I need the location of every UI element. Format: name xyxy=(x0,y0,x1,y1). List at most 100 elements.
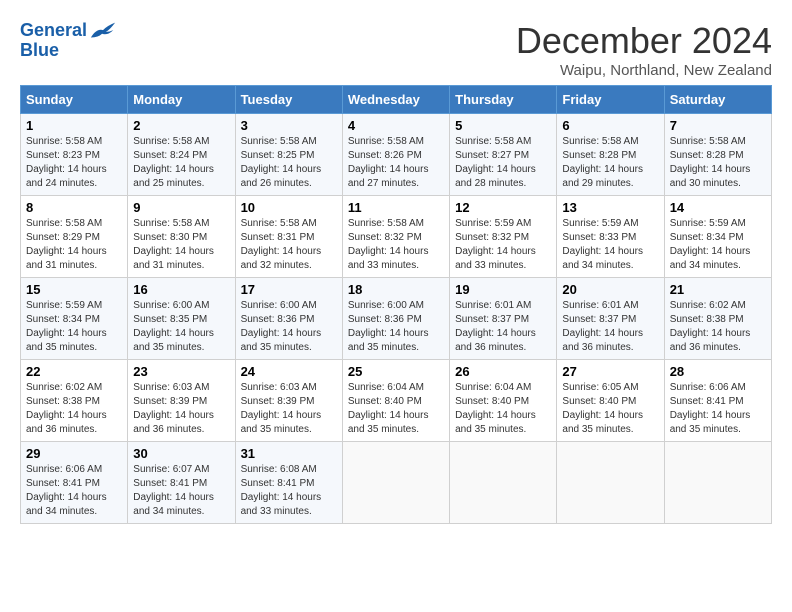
day-info: Sunrise: 5:58 AM Sunset: 8:32 PM Dayligh… xyxy=(348,217,444,273)
calendar-week-row: 15 Sunrise: 5:59 AM Sunset: 8:34 PM Dayli… xyxy=(21,278,772,360)
calendar-day-cell: 24Sunrise: 6:03 AM Sunset: 8:39 PM Dayli… xyxy=(235,360,342,442)
calendar-day-header: Sunday xyxy=(21,86,128,114)
day-number: 18 xyxy=(348,282,444,297)
logo-blue-text: Blue xyxy=(20,40,117,61)
logo-bird-icon xyxy=(89,20,117,42)
day-info: Sunrise: 5:58 AM Sunset: 8:31 PM Dayligh… xyxy=(241,217,337,273)
day-info: Sunrise: 6:03 AM Sunset: 8:39 PM Dayligh… xyxy=(241,381,337,437)
calendar-day-cell: 25 Sunrise: 6:04 AM Sunset: 8:40 PM Dayli… xyxy=(342,360,449,442)
calendar-table: SundayMondayTuesdayWednesdayThursdayFrid… xyxy=(20,85,772,524)
day-info: Sunrise: 6:01 AM Sunset: 8:37 PM Dayligh… xyxy=(455,299,551,355)
day-info: Sunrise: 5:59 AM Sunset: 8:34 PM Dayligh… xyxy=(26,299,122,355)
calendar-day-header: Saturday xyxy=(664,86,771,114)
calendar-day-header: Tuesday xyxy=(235,86,342,114)
calendar-day-cell: 2Sunrise: 5:58 AM Sunset: 8:24 PM Daylig… xyxy=(128,114,235,196)
day-info: Sunrise: 5:58 AM Sunset: 8:27 PM Dayligh… xyxy=(455,135,551,191)
day-info: Sunrise: 5:59 AM Sunset: 8:34 PM Dayligh… xyxy=(670,217,766,273)
day-info: Sunrise: 5:58 AM Sunset: 8:23 PM Dayligh… xyxy=(26,135,122,191)
day-info: Sunrise: 6:00 AM Sunset: 8:35 PM Dayligh… xyxy=(133,299,229,355)
day-number: 29 xyxy=(26,446,122,461)
day-info: Sunrise: 5:58 AM Sunset: 8:28 PM Dayligh… xyxy=(562,135,658,191)
calendar-day-cell: 16 Sunrise: 6:00 AM Sunset: 8:35 PM Dayli… xyxy=(128,278,235,360)
calendar-day-cell: 30 Sunrise: 6:07 AM Sunset: 8:41 PM Dayli… xyxy=(128,442,235,524)
calendar-day-cell: 9Sunrise: 5:58 AM Sunset: 8:30 PM Daylig… xyxy=(128,196,235,278)
day-number: 6 xyxy=(562,118,658,133)
calendar-day-cell: 8Sunrise: 5:58 AM Sunset: 8:29 PM Daylig… xyxy=(21,196,128,278)
calendar-day-header: Friday xyxy=(557,86,664,114)
day-number: 31 xyxy=(241,446,337,461)
day-info: Sunrise: 6:04 AM Sunset: 8:40 PM Dayligh… xyxy=(348,381,444,437)
day-number: 5 xyxy=(455,118,551,133)
calendar-day-cell: 31 Sunrise: 6:08 AM Sunset: 8:41 PM Dayli… xyxy=(235,442,342,524)
day-info: Sunrise: 5:59 AM Sunset: 8:33 PM Dayligh… xyxy=(562,217,658,273)
calendar-day-cell: 26Sunrise: 6:04 AM Sunset: 8:40 PM Dayli… xyxy=(450,360,557,442)
day-info: Sunrise: 6:08 AM Sunset: 8:41 PM Dayligh… xyxy=(241,463,337,519)
day-number: 13 xyxy=(562,200,658,215)
day-info: Sunrise: 6:00 AM Sunset: 8:36 PM Dayligh… xyxy=(348,299,444,355)
calendar-day-header: Monday xyxy=(128,86,235,114)
day-number: 20 xyxy=(562,282,658,297)
calendar-day-cell: 3Sunrise: 5:58 AM Sunset: 8:25 PM Daylig… xyxy=(235,114,342,196)
calendar-day-cell: 1 Sunrise: 5:58 AM Sunset: 8:23 PM Daylig… xyxy=(21,114,128,196)
calendar-day-cell: 5 Sunrise: 5:58 AM Sunset: 8:27 PM Daylig… xyxy=(450,114,557,196)
day-number: 7 xyxy=(670,118,766,133)
logo-text: General xyxy=(20,21,87,41)
day-info: Sunrise: 6:05 AM Sunset: 8:40 PM Dayligh… xyxy=(562,381,658,437)
day-number: 10 xyxy=(241,200,337,215)
calendar-day-cell xyxy=(664,442,771,524)
day-info: Sunrise: 6:07 AM Sunset: 8:41 PM Dayligh… xyxy=(133,463,229,519)
day-number: 3 xyxy=(241,118,337,133)
day-number: 30 xyxy=(133,446,229,461)
day-number: 15 xyxy=(26,282,122,297)
calendar-day-cell: 15 Sunrise: 5:59 AM Sunset: 8:34 PM Dayli… xyxy=(21,278,128,360)
day-number: 14 xyxy=(670,200,766,215)
calendar-day-cell: 12Sunrise: 5:59 AM Sunset: 8:32 PM Dayli… xyxy=(450,196,557,278)
day-info: Sunrise: 6:03 AM Sunset: 8:39 PM Dayligh… xyxy=(133,381,229,437)
calendar-day-cell: 19 Sunrise: 6:01 AM Sunset: 8:37 PM Dayli… xyxy=(450,278,557,360)
calendar-day-cell: 7 Sunrise: 5:58 AM Sunset: 8:28 PM Daylig… xyxy=(664,114,771,196)
day-number: 16 xyxy=(133,282,229,297)
day-number: 22 xyxy=(26,364,122,379)
day-info: Sunrise: 6:02 AM Sunset: 8:38 PM Dayligh… xyxy=(26,381,122,437)
day-info: Sunrise: 5:58 AM Sunset: 8:30 PM Dayligh… xyxy=(133,217,229,273)
calendar-day-cell: 14 Sunrise: 5:59 AM Sunset: 8:34 PM Dayli… xyxy=(664,196,771,278)
title-area: December 2024 Waipu, Northland, New Zeal… xyxy=(516,20,772,79)
day-number: 21 xyxy=(670,282,766,297)
calendar-week-row: 22 Sunrise: 6:02 AM Sunset: 8:38 PM Dayli… xyxy=(21,360,772,442)
location-subtitle: Waipu, Northland, New Zealand xyxy=(516,62,772,79)
day-number: 27 xyxy=(562,364,658,379)
calendar-week-row: 29 Sunrise: 6:06 AM Sunset: 8:41 PM Dayli… xyxy=(21,442,772,524)
day-number: 12 xyxy=(455,200,551,215)
calendar-day-cell: 11 Sunrise: 5:58 AM Sunset: 8:32 PM Dayli… xyxy=(342,196,449,278)
day-number: 17 xyxy=(241,282,337,297)
calendar-day-header: Wednesday xyxy=(342,86,449,114)
day-number: 19 xyxy=(455,282,551,297)
calendar-day-cell: 23 Sunrise: 6:03 AM Sunset: 8:39 PM Dayli… xyxy=(128,360,235,442)
day-info: Sunrise: 6:04 AM Sunset: 8:40 PM Dayligh… xyxy=(455,381,551,437)
day-number: 2 xyxy=(133,118,229,133)
day-number: 25 xyxy=(348,364,444,379)
calendar-day-cell: 22 Sunrise: 6:02 AM Sunset: 8:38 PM Dayli… xyxy=(21,360,128,442)
calendar-header-row: SundayMondayTuesdayWednesdayThursdayFrid… xyxy=(21,86,772,114)
logo: General Blue xyxy=(20,20,117,61)
day-info: Sunrise: 6:06 AM Sunset: 8:41 PM Dayligh… xyxy=(26,463,122,519)
calendar-week-row: 1 Sunrise: 5:58 AM Sunset: 8:23 PM Daylig… xyxy=(21,114,772,196)
calendar-day-header: Thursday xyxy=(450,86,557,114)
calendar-day-cell: 27 Sunrise: 6:05 AM Sunset: 8:40 PM Dayli… xyxy=(557,360,664,442)
calendar-day-cell: 20Sunrise: 6:01 AM Sunset: 8:37 PM Dayli… xyxy=(557,278,664,360)
day-number: 28 xyxy=(670,364,766,379)
day-number: 4 xyxy=(348,118,444,133)
day-info: Sunrise: 6:02 AM Sunset: 8:38 PM Dayligh… xyxy=(670,299,766,355)
day-info: Sunrise: 6:00 AM Sunset: 8:36 PM Dayligh… xyxy=(241,299,337,355)
day-number: 8 xyxy=(26,200,122,215)
calendar-day-cell: 28Sunrise: 6:06 AM Sunset: 8:41 PM Dayli… xyxy=(664,360,771,442)
page-header: General Blue December 2024 Waipu, Northl… xyxy=(20,20,772,79)
calendar-day-cell: 10 Sunrise: 5:58 AM Sunset: 8:31 PM Dayli… xyxy=(235,196,342,278)
calendar-day-cell xyxy=(342,442,449,524)
calendar-day-cell: 18 Sunrise: 6:00 AM Sunset: 8:36 PM Dayli… xyxy=(342,278,449,360)
day-info: Sunrise: 5:58 AM Sunset: 8:28 PM Dayligh… xyxy=(670,135,766,191)
day-number: 1 xyxy=(26,118,122,133)
month-title: December 2024 xyxy=(516,20,772,62)
day-number: 11 xyxy=(348,200,444,215)
day-number: 23 xyxy=(133,364,229,379)
